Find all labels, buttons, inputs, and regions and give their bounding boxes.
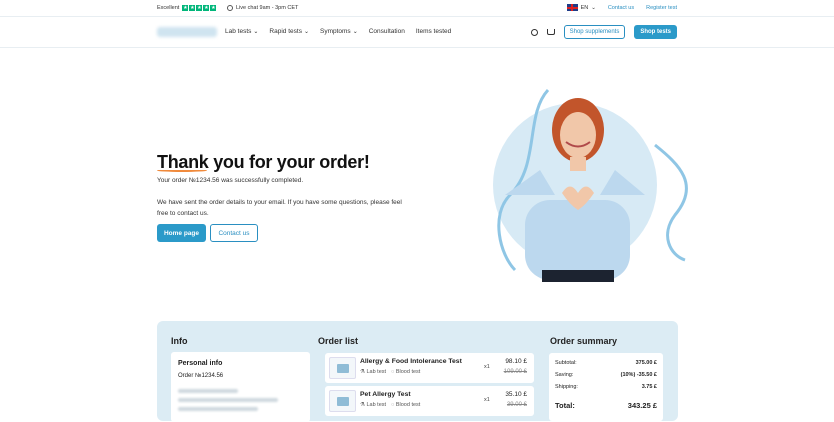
price: 35.10 £ [505, 391, 527, 398]
cart-icon[interactable] [546, 29, 555, 35]
price: 98.10 £ [505, 358, 527, 365]
rating-label: Excellent [157, 5, 180, 11]
order-panel: Info Personal info Order №1234.56 Order … [157, 321, 678, 422]
logo[interactable] [157, 27, 217, 37]
star-icon: ★ [203, 5, 210, 11]
order-confirmation-text: Your order №1234.56 was successfully com… [157, 177, 304, 184]
info-heading: Info [171, 336, 188, 346]
drop-icon: ◌ [391, 369, 395, 375]
shipping-row: Shipping: 3.75 £ [555, 384, 657, 390]
chevron-down-icon: ⌄ [591, 4, 596, 11]
star-icon: ★ [196, 5, 203, 11]
product-thumbnail [329, 357, 356, 379]
product-thumbnail [329, 390, 356, 412]
contact-us-link[interactable]: Contact us [608, 5, 634, 11]
nav-item-symptoms[interactable]: Symptoms ⌄ [320, 28, 358, 35]
main-nav: Lab tests ⌄ Rapid tests ⌄ Symptoms ⌄ Consul… [0, 17, 834, 48]
quantity: x1 [484, 364, 490, 370]
redacted-line [178, 398, 278, 402]
search-icon[interactable] [530, 28, 538, 36]
shop-supplements-button[interactable]: Shop supplements [563, 25, 626, 39]
nav-menu: Lab tests ⌄ Rapid tests ⌄ Symptoms ⌄ Consul… [225, 28, 451, 35]
redacted-line [178, 407, 258, 411]
order-list-heading: Order list [318, 336, 359, 346]
star-icon: ★ [189, 5, 196, 11]
contact-us-button[interactable]: Contact us [210, 224, 258, 242]
order-number: Order №1234.56 [178, 373, 224, 379]
total-row: Total: 343.25 £ [555, 401, 657, 410]
saving-row: Saving: (10%) -35.50 £ [555, 372, 657, 378]
order-summary-heading: Order summary [550, 336, 618, 346]
blood-test-tag: ◌ Blood test [391, 402, 421, 408]
star-icon: ★ [182, 5, 189, 11]
flask-icon: ⚗ [360, 369, 365, 375]
home-page-button[interactable]: Home page [157, 224, 206, 242]
lab-test-tag: ⚗ Lab test [360, 369, 387, 375]
nav-item-rapid-tests[interactable]: Rapid tests ⌄ [269, 28, 309, 35]
uk-flag-icon [566, 4, 578, 11]
rating[interactable]: Excellent ★ ★ ★ ★ ★ [157, 5, 217, 11]
top-bar: Excellent ★ ★ ★ ★ ★ Live chat 9am - 3pm … [0, 0, 834, 17]
chevron-down-icon: ⌄ [352, 29, 358, 35]
chevron-down-icon: ⌄ [303, 29, 309, 35]
nav-item-items-tested[interactable]: Items tested [416, 28, 451, 35]
language-selector[interactable]: EN ⌄ [566, 4, 596, 11]
title-underline [157, 169, 207, 172]
nav-item-consultation[interactable]: Consultation [369, 28, 405, 35]
old-price: 109.00 £ [503, 369, 527, 375]
product-name: Allergy & Food Intolerance Test [360, 358, 462, 365]
trustpilot-stars: ★ ★ ★ ★ ★ [182, 5, 217, 11]
product-tags: ⚗ Lab test ◌ Blood test [360, 402, 420, 408]
nav-item-lab-tests[interactable]: Lab tests ⌄ [225, 28, 258, 35]
star-icon: ★ [210, 5, 217, 11]
chevron-down-icon: ⌄ [253, 29, 259, 35]
register-test-link[interactable]: Register test [646, 5, 677, 11]
product-name: Pet Allergy Test [360, 391, 411, 398]
subtotal-row: Subtotal: 375.00 £ [555, 360, 657, 366]
chat-icon [227, 5, 233, 11]
flask-icon: ⚗ [360, 402, 365, 408]
old-price: 39.00 £ [506, 402, 527, 408]
chat-text: Live chat 9am - 3pm CET [236, 5, 299, 11]
live-chat[interactable]: Live chat 9am - 3pm CET [227, 5, 298, 11]
quantity: x1 [484, 397, 490, 403]
list-item[interactable]: Allergy & Food Intolerance Test ⚗ Lab te… [325, 353, 534, 383]
hero-illustration [493, 88, 688, 282]
drop-icon: ◌ [391, 402, 395, 408]
shop-tests-button[interactable]: Shop tests [634, 25, 677, 39]
redacted-line [178, 389, 238, 393]
blood-test-tag: ◌ Blood test [391, 369, 421, 375]
language-label: EN [580, 4, 589, 11]
lab-test-tag: ⚗ Lab test [360, 402, 387, 408]
order-details-text: We have sent the order details to your e… [157, 199, 402, 217]
product-tags: ⚗ Lab test ◌ Blood test [360, 369, 420, 375]
order-summary-card: Subtotal: 375.00 £ Saving: (10%) -35.50 £ … [549, 353, 663, 421]
personal-info-title: Personal info [178, 360, 223, 367]
